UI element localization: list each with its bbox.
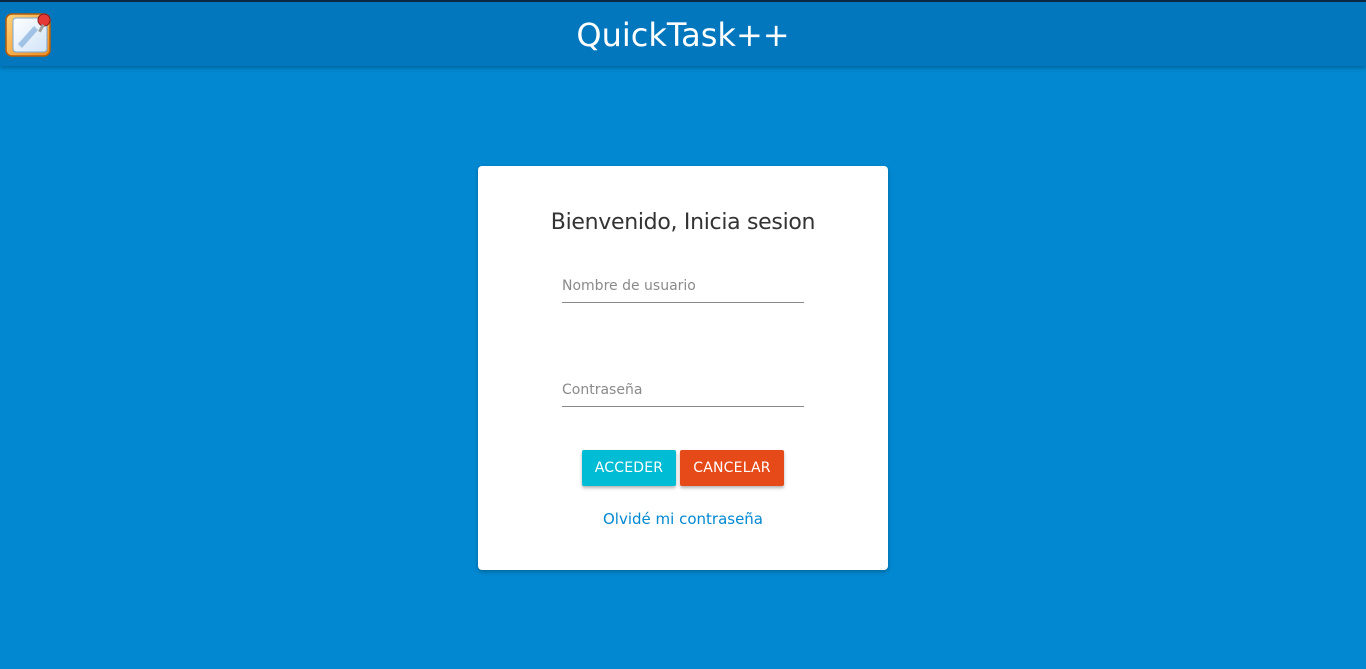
forgot-password-link[interactable]: Olvidé mi contraseña <box>478 510 888 528</box>
app-title: QuickTask++ <box>576 16 790 54</box>
login-heading: Bienvenido, Inicia sesion <box>550 210 816 235</box>
cancelar-button[interactable]: CANCELAR <box>680 450 784 486</box>
acceder-button[interactable]: ACCEDER <box>582 450 676 486</box>
login-card: Bienvenido, Inicia sesion ACCEDER CANCEL… <box>478 166 888 570</box>
password-input[interactable] <box>562 374 804 407</box>
app-bar: QuickTask++ <box>0 2 1366 66</box>
username-input[interactable] <box>562 270 804 303</box>
page: QuickTask++ Bienvenido, Inicia sesion AC… <box>0 0 1366 669</box>
